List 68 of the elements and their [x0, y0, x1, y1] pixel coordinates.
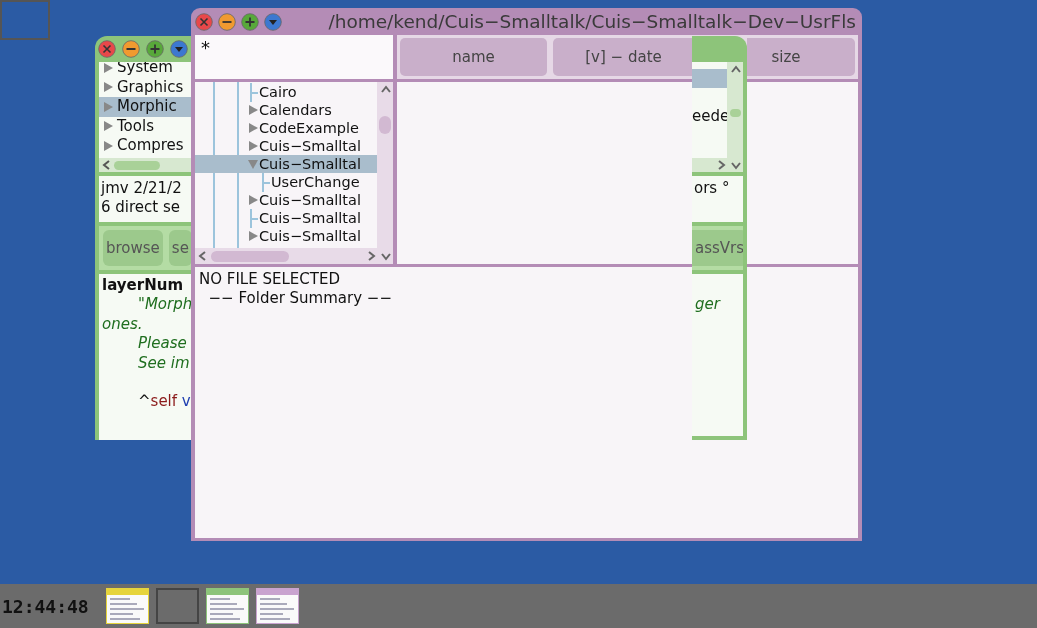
list-item[interactable]: Graphics	[99, 77, 192, 97]
vertical-scrollbar[interactable]	[727, 62, 743, 158]
list-item[interactable]: Tools	[99, 116, 192, 136]
comment-text: Please	[137, 334, 188, 354]
toolbar-button[interactable]: assVrs	[692, 230, 743, 266]
close-button[interactable]	[195, 12, 213, 31]
expanded-arrow-icon[interactable]	[248, 159, 258, 169]
column-header-button[interactable]: size	[747, 38, 855, 76]
scroll-right-icon[interactable]	[366, 250, 377, 262]
tree-item[interactable]: Cuis−Smalltal	[195, 209, 377, 227]
tree-item[interactable]: Cuis−Smalltal	[195, 155, 377, 173]
tree-item[interactable]: Cuis−Smalltal	[195, 227, 377, 245]
list-item[interactable]: Morphic	[99, 97, 192, 117]
window-title: /home/kend/Cuis−Smalltalk/Cuis−Smalltalk−Dev−UsrFls	[327, 11, 857, 32]
horizontal-scrollbar[interactable]	[99, 158, 192, 172]
filter-field[interactable]: *	[195, 35, 393, 79]
vertical-scrollbar[interactable]	[377, 82, 393, 248]
column-header-button[interactable]: [v] − date	[553, 38, 692, 76]
collapsed-arrow-icon[interactable]	[248, 195, 258, 205]
expand-arrow-icon[interactable]	[104, 140, 113, 151]
expand-arrow-icon[interactable]	[104, 62, 113, 73]
expand-arrow-icon[interactable]	[104, 121, 113, 132]
horizontal-scrollbar[interactable]	[195, 248, 393, 264]
tree-item[interactable]: UserChange	[195, 173, 377, 191]
comment-text: ones.	[102, 314, 144, 335]
window-thumbnail[interactable]	[105, 588, 149, 624]
empty-thumbnail[interactable]	[155, 588, 199, 624]
menu-button[interactable]	[264, 12, 282, 31]
menu-button[interactable]	[170, 40, 188, 58]
info-text: ors °	[694, 179, 731, 198]
window-thumbnail[interactable]	[255, 588, 299, 624]
maximize-button[interactable]	[146, 40, 164, 58]
clock-text: 12:44:48	[2, 595, 89, 617]
minimize-button[interactable]	[218, 12, 236, 31]
scrollbar-thumb[interactable]	[729, 109, 741, 117]
scrollbar-thumb[interactable]	[211, 250, 289, 262]
info-text: 6 direct se	[101, 198, 181, 217]
expand-arrow-icon[interactable]	[104, 101, 113, 112]
tree-item[interactable]: Cairo	[195, 83, 377, 101]
comment-text: ger	[695, 295, 722, 315]
method-selector: layerNum	[102, 276, 184, 296]
collapsed-arrow-icon[interactable]	[248, 231, 258, 241]
scroll-left-icon[interactable]	[197, 250, 208, 262]
info-text: jmv 2/21/2	[101, 179, 183, 198]
expand-arrow-icon[interactable]	[104, 82, 113, 93]
summary-text: −− Folder Summary −−	[207, 289, 392, 308]
tree-item[interactable]: CodeExample	[195, 119, 377, 137]
list-item[interactable]: Compres	[99, 136, 192, 156]
comment-text: See im	[137, 353, 189, 374]
summary-text: NO FILE SELECTED	[199, 270, 340, 289]
list-item[interactable]: eede	[692, 107, 727, 126]
minimize-button[interactable]	[122, 40, 140, 58]
close-button[interactable]	[98, 40, 116, 58]
tree-item[interactable]: Cuis−Smalltal	[195, 137, 377, 155]
toolbar-button[interactable]: browse	[103, 230, 163, 266]
scrollbar-thumb[interactable]	[114, 160, 160, 170]
maximize-button[interactable]	[241, 12, 259, 31]
code-line: ^self v	[137, 392, 189, 412]
column-header-button[interactable]: name	[400, 38, 547, 76]
scrollbar-thumb[interactable]	[379, 116, 391, 134]
tree-item[interactable]: Calendars	[195, 101, 377, 119]
window-thumbnail[interactable]	[205, 588, 249, 624]
tree-item[interactable]: Cuis−Smalltal	[195, 191, 377, 209]
scroll-right-icon[interactable]	[716, 159, 727, 171]
toolbar-button[interactable]: se	[168, 230, 192, 266]
empty-frame	[0, 0, 50, 40]
scroll-left-icon[interactable]	[101, 159, 112, 171]
comment-text: "Morph	[137, 295, 189, 315]
